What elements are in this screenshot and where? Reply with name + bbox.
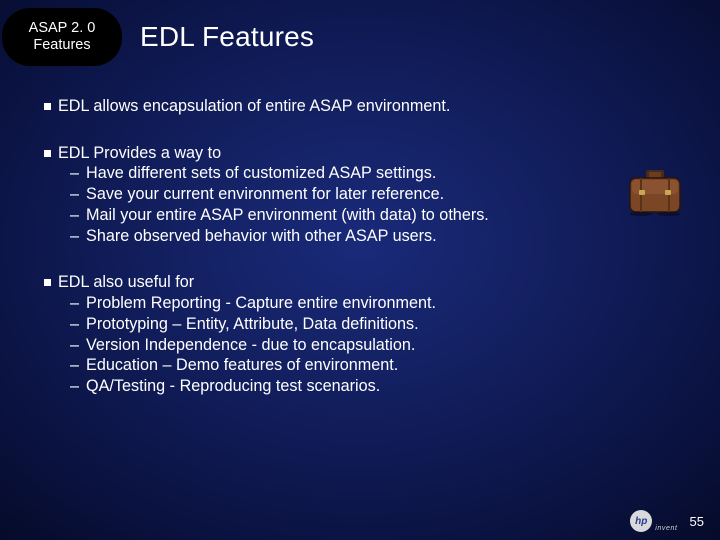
- slide-body: EDL allows encapsulation of entire ASAP …: [0, 66, 720, 397]
- bullet-level-2: –Prototyping – Entity, Attribute, Data d…: [44, 314, 676, 335]
- slide-header: ASAP 2. 0 Features EDL Features: [0, 0, 720, 66]
- bullet-level-2: –Mail your entire ASAP environment (with…: [44, 205, 676, 226]
- bullet-block: EDL also useful for –Problem Reporting -…: [44, 272, 676, 396]
- bullet-text: Problem Reporting - Capture entire envir…: [86, 293, 436, 314]
- square-bullet-icon: [44, 279, 51, 286]
- hp-logo-circle: hp: [630, 510, 652, 532]
- badge-line-2: Features: [2, 37, 122, 54]
- bullet-text: Version Independence - due to encapsulat…: [86, 335, 415, 356]
- bullet-level-1: EDL also useful for: [44, 272, 676, 293]
- bullet-text: Share observed behavior with other ASAP …: [86, 226, 437, 247]
- hp-logo-initials: hp: [635, 516, 647, 527]
- square-bullet-icon: [44, 150, 51, 157]
- page-number: 55: [690, 514, 704, 529]
- dash-icon: –: [70, 376, 79, 397]
- dash-icon: –: [70, 293, 79, 314]
- bullet-level-1: EDL allows encapsulation of entire ASAP …: [44, 96, 676, 117]
- square-bullet-icon: [44, 103, 51, 110]
- bullet-block: EDL allows encapsulation of entire ASAP …: [44, 96, 676, 117]
- bullet-level-1: EDL Provides a way to: [44, 143, 676, 164]
- hp-logo: hp invent: [630, 510, 677, 532]
- bullet-text: Have different sets of customized ASAP s…: [86, 163, 436, 184]
- bullet-level-2: –Problem Reporting - Capture entire envi…: [44, 293, 676, 314]
- dash-icon: –: [70, 355, 79, 376]
- dash-icon: –: [70, 335, 79, 356]
- bullet-text: Mail your entire ASAP environment (with …: [86, 205, 489, 226]
- dash-icon: –: [70, 226, 79, 247]
- bullet-level-2: –Share observed behavior with other ASAP…: [44, 226, 676, 247]
- slide-title: EDL Features: [140, 21, 314, 53]
- bullet-level-2: –QA/Testing - Reproducing test scenarios…: [44, 376, 676, 397]
- bullet-text: Prototyping – Entity, Attribute, Data de…: [86, 314, 419, 335]
- slide-footer: hp invent 55: [630, 510, 704, 532]
- section-badge: ASAP 2. 0 Features: [2, 8, 122, 66]
- bullet-block: EDL Provides a way to –Have different se…: [44, 143, 676, 247]
- dash-icon: –: [70, 163, 79, 184]
- bullet-text: EDL also useful for: [58, 272, 194, 293]
- bullet-level-2: –Version Independence - due to encapsula…: [44, 335, 676, 356]
- bullet-text: EDL Provides a way to: [58, 143, 221, 164]
- bullet-level-2: –Save your current environment for later…: [44, 184, 676, 205]
- bullet-text: QA/Testing - Reproducing test scenarios.: [86, 376, 380, 397]
- bullet-text: Save your current environment for later …: [86, 184, 444, 205]
- bullet-level-2: –Education – Demo features of environmen…: [44, 355, 676, 376]
- hp-logo-word: invent: [655, 525, 677, 532]
- bullet-text: EDL allows encapsulation of entire ASAP …: [58, 96, 450, 117]
- dash-icon: –: [70, 314, 79, 335]
- dash-icon: –: [70, 184, 79, 205]
- badge-line-1: ASAP 2. 0: [2, 20, 122, 37]
- dash-icon: –: [70, 205, 79, 226]
- bullet-level-2: –Have different sets of customized ASAP …: [44, 163, 676, 184]
- bullet-text: Education – Demo features of environment…: [86, 355, 398, 376]
- briefcase-icon: [626, 168, 684, 221]
